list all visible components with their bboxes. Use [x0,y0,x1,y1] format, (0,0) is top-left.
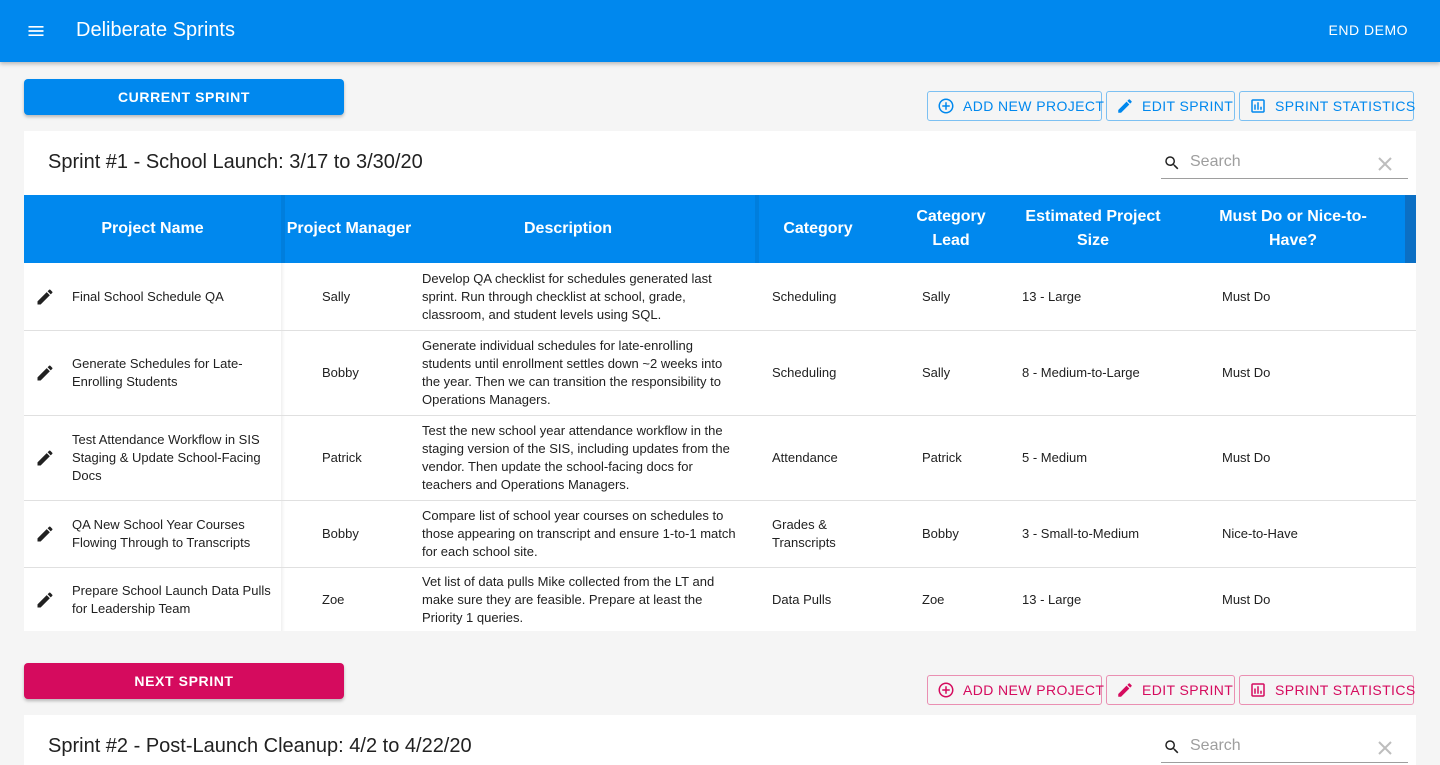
header-category-lead[interactable]: Category Lead [901,195,1001,263]
cell-project-manager: Sally [322,288,351,304]
scrollbar-gutter [1405,195,1416,263]
app-title: Deliberate Sprints [76,19,235,41]
next-sprint-button[interactable]: NEXT SPRINT [24,663,344,699]
cell-project-manager: Zoe [322,591,345,607]
app-bar: Deliberate Sprints END DEMO [0,0,1440,62]
search-icon [1165,740,1179,754]
cell-category: Attendance [772,450,838,465]
cell-category-lead: Bobby [922,526,959,541]
cell-category: Scheduling [772,288,837,304]
header-project-name[interactable]: Project Name [24,195,281,263]
current-sprint-card: Sprint #1 - School Launch: 3/17 to 3/30/… [24,131,1416,631]
edit-icon[interactable] [35,524,55,544]
sprint-statistics-button[interactable]: SPRINT STATISTICS [1239,675,1416,705]
cell-description: Vet list of data pulls Mike collected fr… [422,573,715,625]
table-row: Final School Schedule QA Sally Develop Q… [24,263,1416,331]
close-icon[interactable] [1378,741,1392,755]
cell-category: Data Pulls [772,591,832,607]
header-description[interactable]: Description [413,195,723,263]
cell-description: Develop QA checklist for schedules gener… [422,270,712,322]
cell-category-lead: Patrick [922,450,962,465]
cell-category: Grades & Transcripts [772,517,836,550]
next-sprint-card: Sprint #2 - Post-Launch Cleanup: 4/2 to … [24,715,1416,765]
cell-priority: Must Do [1222,591,1271,607]
cell-size: 8 - Medium-to-Large [1022,365,1140,380]
search-input[interactable] [1190,734,1370,758]
table-row: Test Attendance Workflow in SIS Staging … [24,416,1416,501]
cell-project-manager: Patrick [322,450,362,465]
add-new-project-button[interactable]: ADD NEW PROJECT [927,91,1105,121]
current-sprint-button[interactable]: CURRENT SPRINT [24,79,344,115]
cell-category-lead: Zoe [922,591,945,607]
header-project-manager[interactable]: Project Manager [285,195,413,263]
pencil-icon [1118,99,1132,113]
sprint-title: Sprint #2 - Post-Launch Cleanup: 4/2 to … [48,735,472,757]
cell-priority: Nice-to-Have [1222,526,1298,541]
add-new-project-button[interactable]: ADD NEW PROJECT [927,675,1105,705]
search-field [1161,146,1408,179]
header-priority[interactable]: Must Do or Nice-to-Have? [1212,195,1374,263]
end-demo-button[interactable]: END DEMO [1329,22,1408,38]
cell-description: Generate individual schedules for late-e… [422,338,723,407]
search-icon [1165,156,1179,170]
cell-category-lead: Sally [922,288,951,304]
cell-size: 3 - Small-to-Medium [1022,526,1140,541]
sprint-statistics-label: SPRINT STATISTICS [1275,98,1416,114]
menu-icon[interactable] [26,21,46,41]
cell-size: 13 - Large [1022,591,1082,607]
sprint-title: Sprint #1 - School Launch: 3/17 to 3/30/… [48,151,423,173]
add-new-project-label: ADD NEW PROJECT [963,98,1105,114]
table-row: Generate Schedules for Late-Enrolling St… [24,331,1416,416]
cell-project-name: QA New School Year Courses Flowing Throu… [72,517,251,550]
header-estimated-size[interactable]: Estimated Project Size [1017,195,1169,263]
cell-priority: Must Do [1222,288,1271,304]
edit-sprint-label: EDIT SPRINT [1142,98,1234,114]
edit-icon[interactable] [35,448,55,468]
cell-project-name: Generate Schedules for Late-Enrolling St… [72,356,243,389]
cell-description: Compare list of school year courses on s… [422,508,736,559]
edit-sprint-button[interactable]: EDIT SPRINT [1106,91,1235,121]
table-row: QA New School Year Courses Flowing Throu… [24,501,1416,568]
edit-icon[interactable] [35,363,55,383]
cell-priority: Must Do [1222,450,1271,465]
search-input[interactable] [1190,150,1370,174]
add-circle-icon [938,682,954,698]
edit-icon[interactable] [35,590,55,610]
search-field [1161,730,1408,763]
header-category[interactable]: Category [759,195,877,263]
sprint-statistics-label: SPRINT STATISTICS [1275,682,1416,698]
add-circle-icon [938,98,954,114]
edit-sprint-label: EDIT SPRINT [1142,682,1234,698]
edit-icon[interactable] [35,287,55,307]
cell-project-name: Prepare School Launch Data Pulls for Lea… [72,582,271,616]
cell-category-lead: Sally [922,365,951,380]
cell-size: 13 - Large [1022,288,1082,304]
cell-project-name: Test Attendance Workflow in SIS Staging … [72,432,261,483]
cell-size: 5 - Medium [1022,450,1088,465]
pencil-icon [1118,683,1132,697]
edit-sprint-button[interactable]: EDIT SPRINT [1106,675,1235,705]
cell-project-name: Final School Schedule QA [72,288,224,304]
sprint-statistics-button[interactable]: SPRINT STATISTICS [1239,91,1416,121]
table-header: Project Name Project Manager Description… [24,195,1416,263]
cell-category: Scheduling [772,365,837,380]
close-icon[interactable] [1378,157,1392,171]
bar-chart-icon [1251,683,1265,697]
cell-project-manager: Bobby [322,526,359,541]
cell-project-manager: Bobby [322,365,359,380]
add-new-project-label: ADD NEW PROJECT [963,682,1105,698]
bar-chart-icon [1251,99,1265,113]
cell-description: Test the new school year attendance work… [422,423,730,492]
cell-priority: Must Do [1222,365,1271,380]
table-row: Prepare School Launch Data Pulls for Lea… [24,568,1416,631]
